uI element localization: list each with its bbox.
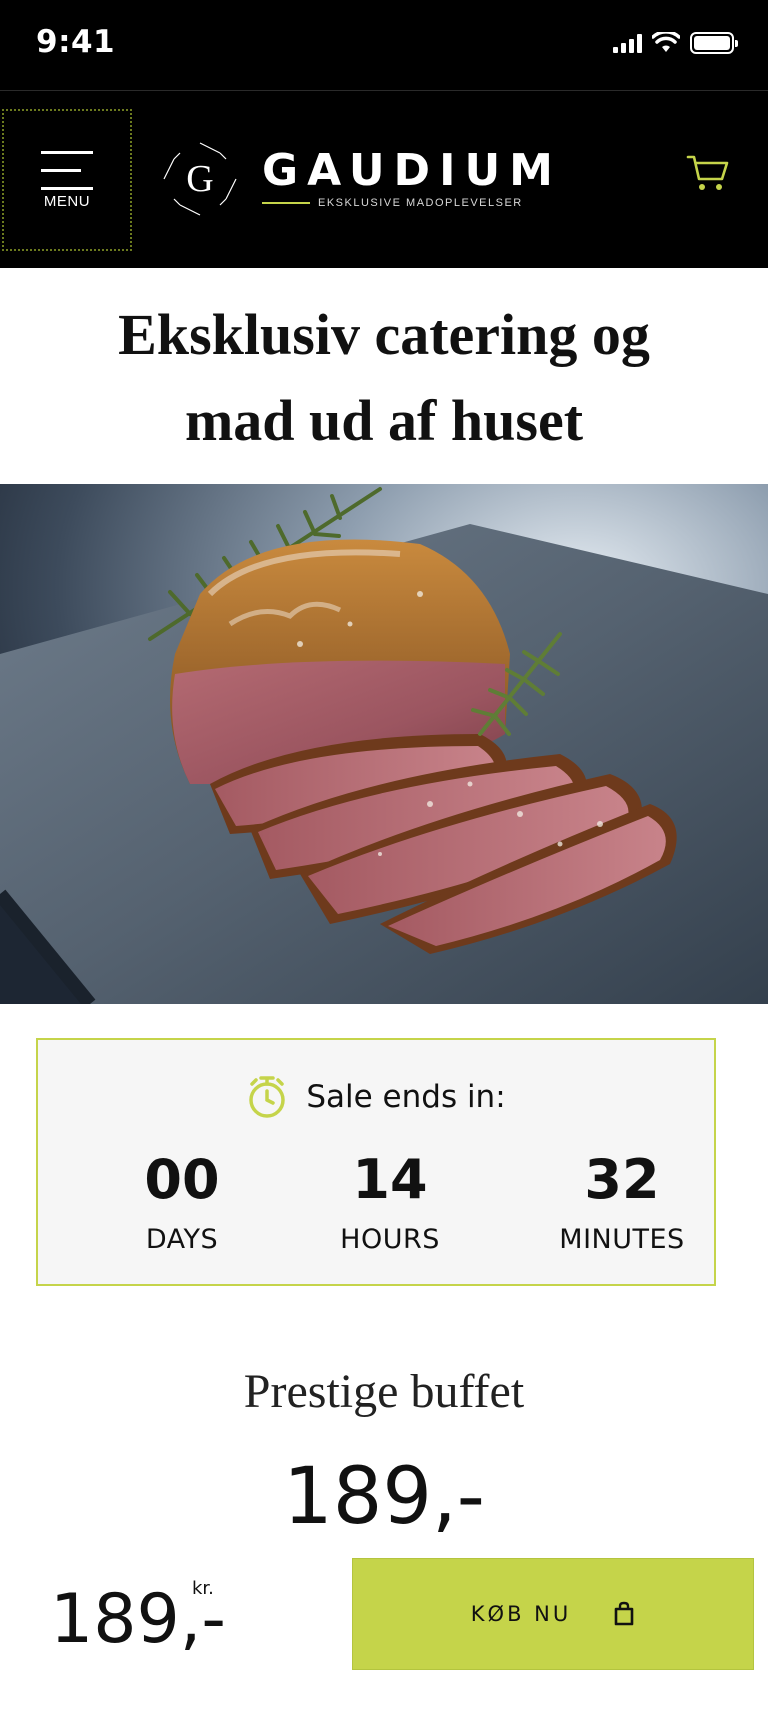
countdown-days: 00 DAYS	[82, 1148, 282, 1256]
shopping-bag-icon	[614, 1601, 634, 1626]
cart-button[interactable]	[686, 153, 730, 193]
countdown-hours-value: 14	[352, 1148, 428, 1211]
countdown-hours-label: HOURS	[340, 1224, 440, 1255]
page-title-line-2: mad ud af huset	[184, 388, 584, 453]
countdown-minutes-label: MINUTES	[559, 1224, 685, 1255]
currency-label: kr.	[192, 1578, 214, 1599]
site-header: MENU G GAUDIUM EKSKLUSIVE MADOPLEVELSER	[0, 90, 768, 268]
buy-now-button[interactable]: KØB NU	[352, 1558, 754, 1670]
logo-name: GAUDIUM	[262, 145, 562, 196]
menu-button[interactable]: MENU	[2, 109, 132, 251]
status-bar: 9:41	[0, 0, 768, 90]
countdown-days-value: 00	[144, 1148, 220, 1211]
status-time: 9:41	[36, 24, 116, 60]
menu-label: MENU	[43, 192, 91, 210]
bottom-price: 189,- kr.	[50, 1578, 226, 1659]
stopwatch-icon	[249, 1076, 286, 1118]
sale-countdown: Sale ends in: 00 DAYS 14 HOURS 32 MINUTE…	[36, 1038, 716, 1286]
hero-image	[0, 484, 768, 1004]
cart-icon	[686, 155, 729, 190]
countdown-hours: 14 HOURS	[290, 1148, 490, 1256]
buy-now-label: KØB NU	[470, 1602, 572, 1626]
status-icons	[613, 32, 738, 54]
wifi-icon	[652, 32, 680, 52]
sale-heading: Sale ends in:	[306, 1079, 506, 1115]
logo-tagline: EKSKLUSIVE MADOPLEVELSER	[318, 197, 523, 209]
logo-mark: G	[160, 139, 240, 219]
product-name: Prestige buffet	[243, 1365, 525, 1418]
site-logo[interactable]: G GAUDIUM EKSKLUSIVE MADOPLEVELSER	[160, 139, 562, 219]
logo-rule	[262, 202, 310, 204]
page-title-line-1: Eksklusiv catering og	[118, 302, 650, 367]
hamburger-icon	[41, 150, 93, 191]
logo-letter: G	[186, 158, 213, 200]
countdown-minutes: 32 MINUTES	[522, 1148, 722, 1256]
page-title: Eksklusiv catering og mad ud af huset	[0, 292, 768, 464]
countdown-minutes-value: 32	[584, 1148, 660, 1211]
product-price: 189,-	[283, 1452, 485, 1542]
countdown-days-label: DAYS	[145, 1224, 219, 1255]
battery-icon	[690, 32, 738, 54]
signal-icon	[613, 33, 642, 53]
